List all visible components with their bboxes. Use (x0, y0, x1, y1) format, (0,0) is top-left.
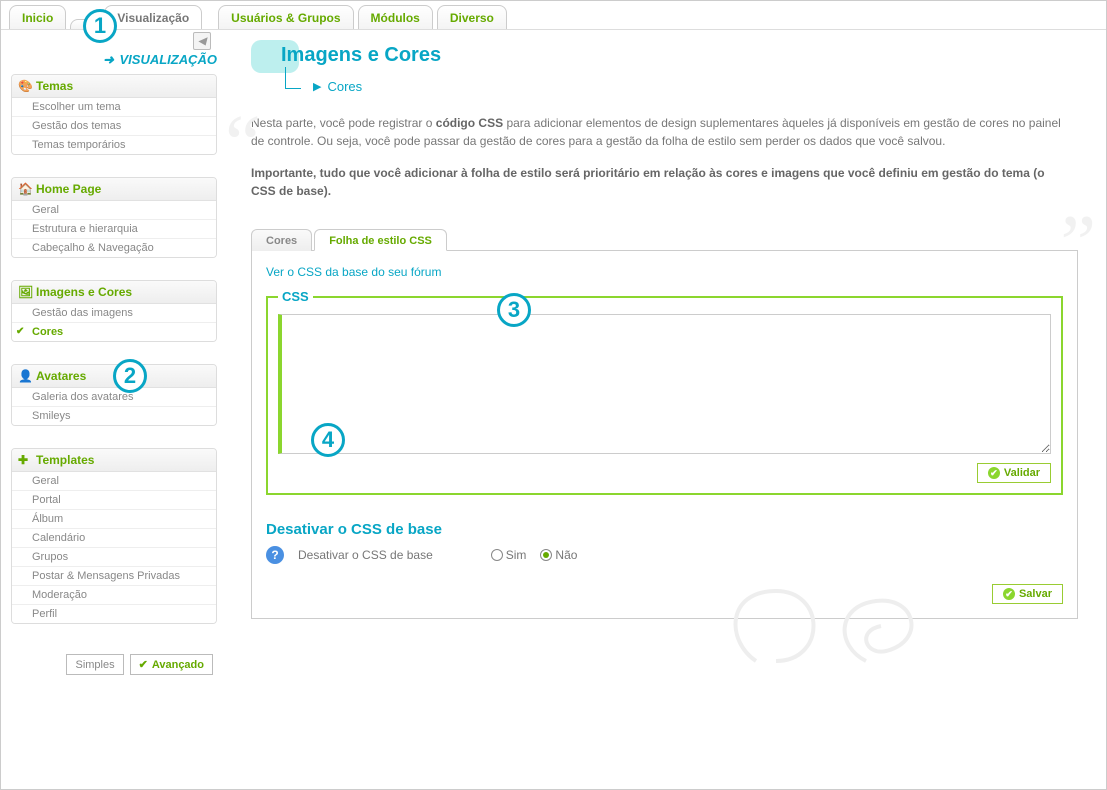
css-fieldset: CSS ✔ Validar (266, 289, 1063, 495)
sidebar-item[interactable]: Portal (12, 491, 216, 510)
subtab-cores[interactable]: Cores (251, 229, 312, 251)
sidebar-item[interactable]: Cabeçalho & Navegação (12, 239, 216, 257)
radio-no[interactable]: Não (540, 548, 577, 562)
deactivate-title: Desativar o CSS de base (266, 521, 1063, 538)
sidebar-item[interactable]: Smileys (12, 407, 216, 425)
tab-visualizacao[interactable]: Visualização (104, 5, 202, 29)
annotation-badge-1: 1 (83, 9, 117, 43)
sidebar: ◀ ➜ VISUALIZAÇÃO 🎨 Temas Escolher um tem… (11, 34, 217, 683)
section-title: Home Page (36, 182, 101, 196)
mode-toggle: Simples ✔ Avançado (11, 646, 217, 683)
sidebar-item[interactable]: Moderação (12, 586, 216, 605)
top-tabs: Inicio Visualização Usuários & Grupos Mó… (1, 1, 1106, 30)
radio-no-label: Não (555, 548, 577, 562)
sidebar-item[interactable]: Galeria dos avatares (12, 388, 216, 407)
help-icon[interactable]: ? (266, 546, 284, 564)
crumb-sub-label: Cores (327, 79, 362, 94)
section-head-imagens[interactable]: 🖼 Imagens e Cores (12, 281, 216, 304)
breadcrumb: ◀ ➜ VISUALIZAÇÃO (11, 34, 217, 74)
radio-icon (491, 549, 503, 561)
tab-inicio[interactable]: Inicio (9, 5, 66, 29)
sidebar-item[interactable]: Calendário (12, 529, 216, 548)
tab-diverso[interactable]: Diverso (437, 5, 507, 29)
crumb-line-icon (285, 67, 301, 89)
intro-p1b: código CSS (436, 116, 503, 130)
home-icon: 🏠 (18, 182, 32, 196)
subtabs: Cores Folha de estilo CSS (251, 228, 1078, 251)
section-temas: 🎨 Temas Escolher um tema Gestão dos tema… (11, 74, 217, 155)
section-title: Avatares (36, 369, 86, 383)
validate-label: Validar (1004, 467, 1040, 479)
sidebar-item[interactable]: Geral (12, 201, 216, 220)
arrow-icon: ➜ (103, 52, 114, 67)
annotation-badge-4: 4 (311, 423, 345, 457)
section-title: Templates (36, 453, 94, 467)
section-title: Imagens e Cores (36, 285, 132, 299)
intro-text: Nesta parte, você pode registrar o códig… (251, 114, 1078, 200)
sidebar-item-cores[interactable]: Cores (12, 323, 216, 341)
sidebar-item[interactable]: Perfil (12, 605, 216, 623)
deactivate-label: Desativar o CSS de base (298, 548, 433, 562)
annotation-badge-3: 3 (497, 293, 531, 327)
section-templates: ✚ Templates Geral Portal Álbum Calendári… (11, 448, 217, 624)
images-icon: 🖼 (18, 285, 32, 299)
annotation-badge-2: 2 (113, 359, 147, 393)
back-icon[interactable]: ◀ (193, 32, 211, 50)
css-textarea[interactable] (278, 314, 1051, 454)
sidebar-item[interactable]: Álbum (12, 510, 216, 529)
sidebar-item[interactable]: Gestão dos temas (12, 117, 216, 136)
intro-p2: Importante, tudo que você adicionar à fo… (251, 166, 1045, 198)
validate-button[interactable]: ✔ Validar (977, 463, 1051, 483)
breadcrumb-label: VISUALIZAÇÃO (120, 52, 218, 67)
save-button[interactable]: ✔ Salvar (992, 584, 1063, 604)
tab-modulos[interactable]: Módulos (358, 5, 433, 29)
deactivate-row: ? Desativar o CSS de base Sim Não (266, 546, 1063, 564)
sidebar-item[interactable]: Temas temporários (12, 136, 216, 154)
quote-open-icon: “ (225, 124, 261, 164)
check-icon: ✔ (988, 467, 1000, 479)
quote-close-icon: ” (1060, 224, 1096, 264)
sidebar-item[interactable]: Escolher um tema (12, 98, 216, 117)
css-panel: Ver o CSS da base do seu fórum CSS ✔ Val… (251, 251, 1078, 619)
mode-label: Avançado (152, 659, 204, 671)
tab-usuarios[interactable]: Usuários & Grupos (218, 5, 353, 29)
mode-advanced-button[interactable]: ✔ Avançado (130, 654, 213, 675)
section-head-temas[interactable]: 🎨 Temas (12, 75, 216, 98)
radio-yes[interactable]: Sim (491, 548, 527, 562)
save-label: Salvar (1019, 588, 1052, 600)
arrow-icon: ▶ (313, 80, 321, 93)
check-icon: ✔ (139, 658, 148, 671)
sidebar-item-gestao-imagens[interactable]: Gestão das imagens (12, 304, 216, 323)
section-title: Temas (36, 79, 73, 93)
section-head-homepage[interactable]: 🏠 Home Page (12, 178, 216, 201)
sidebar-item[interactable]: Postar & Mensagens Privadas (12, 567, 216, 586)
templates-icon: ✚ (18, 453, 32, 467)
mode-simple-button[interactable]: Simples (66, 654, 123, 675)
section-imagens: 🖼 Imagens e Cores Gestão das imagens Cor… (11, 280, 217, 342)
themes-icon: 🎨 (18, 79, 32, 93)
check-icon: ✔ (1003, 588, 1015, 600)
view-base-css-link[interactable]: Ver o CSS da base do seu fórum (266, 265, 441, 279)
radio-yes-label: Sim (506, 548, 527, 562)
section-homepage: 🏠 Home Page Geral Estrutura e hierarquia… (11, 177, 217, 258)
section-head-templates[interactable]: ✚ Templates (12, 449, 216, 472)
avatar-icon: 👤 (18, 369, 32, 383)
subtab-folha-css[interactable]: Folha de estilo CSS (314, 229, 447, 251)
page-title: Imagens e Cores (251, 44, 1078, 67)
css-legend: CSS (278, 289, 313, 304)
radio-icon (540, 549, 552, 561)
sidebar-item[interactable]: Estrutura e hierarquia (12, 220, 216, 239)
main-panel: “ ” Imagens e Cores ▶ Cores Nesta parte,… (233, 34, 1096, 683)
sidebar-item[interactable]: Geral (12, 472, 216, 491)
intro-p1a: Nesta parte, você pode registrar o (251, 116, 436, 130)
sidebar-item[interactable]: Grupos (12, 548, 216, 567)
